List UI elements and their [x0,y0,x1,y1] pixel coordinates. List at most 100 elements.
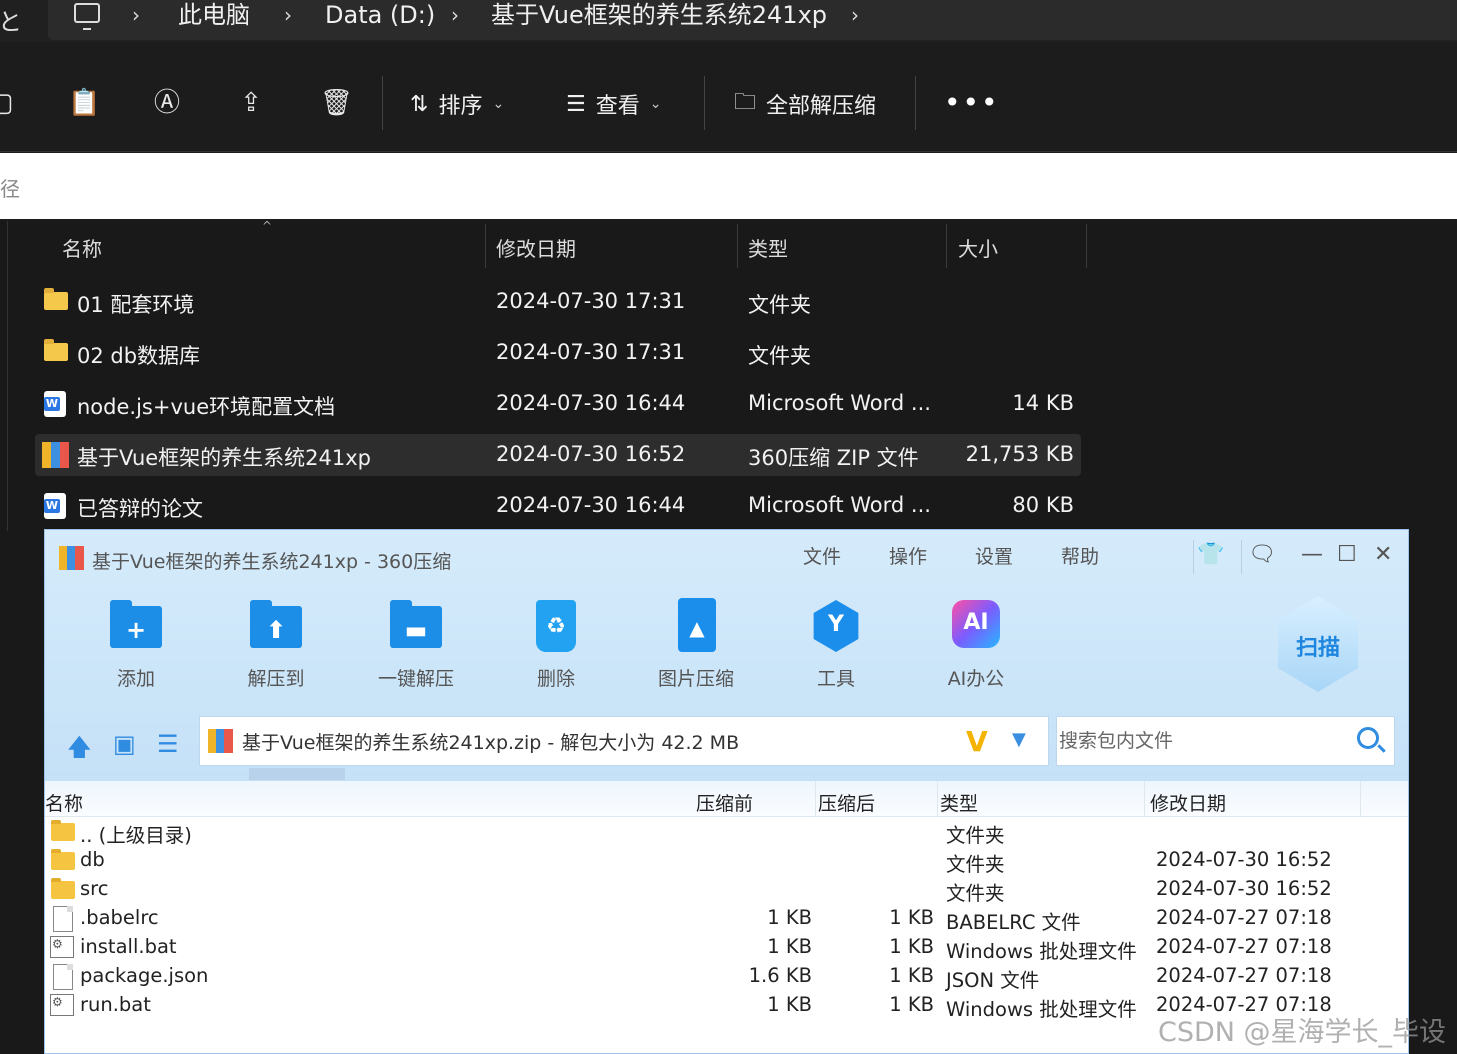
tool-ai-office[interactable]: AI AI办公 [926,598,1026,691]
share-icon[interactable]: ⇪ [236,88,266,118]
breadcrumb-folder[interactable]: 基于Vue框架的养生系统241xp [491,0,827,30]
tool-image-compress[interactable]: ▲ 图片压缩 [646,598,746,691]
file-type: 360压缩 ZIP 文件 [748,446,919,470]
tool-add[interactable]: + 添加 [86,598,186,691]
search-input[interactable] [1059,727,1349,755]
column-divider[interactable] [937,781,938,817]
file-row-selected[interactable]: 基于Vue框架的养生系统241xp 2024-07-30 16:52 360压缩… [35,434,1081,476]
column-header-date[interactable]: 修改日期 [496,233,576,262]
batch-file-icon [50,994,74,1016]
archive-row[interactable]: db 文件夹 2024-07-30 16:52 [45,846,1408,876]
batch-file-icon [50,936,74,958]
archive-path-field[interactable]: 基于Vue框架的养生系统241xp.zip - 解包大小为 42.2 MB V … [199,716,1049,766]
up-level-icon[interactable]: 🡅 [67,730,92,771]
extract-all-button[interactable]: 🗀 全部解压缩 [734,89,876,119]
column-divider[interactable] [485,224,486,268]
close-button[interactable]: ✕ [1374,542,1392,567]
archive-row[interactable]: .. (上级目录) 文件夹 [45,817,1408,847]
minimize-button[interactable]: — [1301,542,1323,567]
entry-date: 2024-07-30 16:52 [1156,877,1332,900]
file-type: Microsoft Word ... [748,493,931,517]
column-header-after[interactable]: 压缩后 [818,789,875,816]
entry-type: 文件夹 [946,882,1005,905]
delete-icon[interactable]: 🗑 [320,88,353,118]
chevron-down-icon[interactable]: ▼ [1012,729,1026,750]
entry-size-before: 1.6 KB [748,964,812,987]
entry-size-before: 1 KB [767,993,812,1016]
column-header-type[interactable]: 类型 [748,233,788,262]
column-header-size[interactable]: 大小 [958,233,998,262]
breadcrumb-drive[interactable]: Data (D:) [325,0,435,30]
file-row[interactable]: node.js+vue环境配置文档 2024-07-30 16:44 Micro… [35,383,1081,425]
entry-size-after: 1 KB [889,906,934,929]
toolbar-divider [382,76,383,130]
archive-row[interactable]: src 文件夹 2024-07-30 16:52 [45,875,1408,905]
chevron-right-icon[interactable]: › [284,0,292,30]
file-icon [53,906,73,932]
file-name: 02 db数据库 [77,344,201,368]
tool-label: 删除 [536,668,575,690]
feedback-icon[interactable]: 🗨 [1248,542,1276,567]
entry-name: .. (上级目录) [80,824,192,847]
menu-help[interactable]: 帮助 [1061,542,1099,569]
entry-type: 文件夹 [946,824,1005,847]
menu-settings[interactable]: 设置 [975,542,1013,569]
column-divider[interactable] [1144,781,1145,817]
file-date: 2024-07-30 16:44 [496,391,686,415]
file-row[interactable]: 已答辩的论文 2024-07-30 16:44 Microsoft Word .… [35,485,1081,527]
column-header-date[interactable]: 修改日期 [1150,789,1226,816]
v-logo-icon[interactable]: V [966,725,988,758]
file-date: 2024-07-30 17:31 [496,340,686,364]
list-view-icon[interactable]: ☰ [157,730,179,758]
chevron-right-icon[interactable]: › [451,0,459,30]
entry-date: 2024-07-27 07:18 [1156,935,1332,958]
sort-button[interactable]: ⇅ 排序 ⌄ [410,89,504,120]
delete-bin-icon: ♻ [528,598,584,654]
this-pc-icon[interactable] [74,3,100,30]
zip-archive-icon [42,442,69,468]
tool-one-click-extract[interactable]: ▬ 一键解压 [366,598,466,691]
view-button[interactable]: ☰ 查看 ⌄ [566,89,661,120]
column-header-name[interactable]: 名称 [45,789,83,816]
maximize-button[interactable]: ☐ [1337,542,1357,567]
paste-icon[interactable]: 📋 [68,88,100,118]
archive-row[interactable]: .babelrc 1 KB 1 KB BABELRC 文件 2024-07-27… [45,904,1408,934]
new-item-icon[interactable]: ▢ [0,88,16,118]
column-divider[interactable] [1086,224,1087,268]
archive-row[interactable]: package.json 1.6 KB 1 KB JSON 文件 2024-07… [45,962,1408,992]
column-header-name[interactable]: 名称 [62,233,102,262]
column-divider[interactable] [737,224,738,268]
tool-extract-to[interactable]: ⬆ 解压到 [226,598,326,691]
sort-ascending-icon: ^ [262,219,273,233]
file-name: node.js+vue环境配置文档 [77,395,336,419]
thumbnail-view-icon[interactable]: ▣ [113,730,136,758]
file-row[interactable]: 01 配套环境 2024-07-30 17:31 文件夹 [35,281,1081,323]
archive-column-header: 名称 压缩前 压缩后 类型 修改日期 [45,781,1408,817]
chevron-right-icon[interactable]: › [132,0,140,30]
tool-tools[interactable]: Y 工具 [786,598,886,691]
column-header-before[interactable]: 压缩前 [696,789,753,816]
path-search-field[interactable]: 径 [0,153,1457,219]
archive-row[interactable]: install.bat 1 KB 1 KB Windows 批处理文件 2024… [45,933,1408,963]
skin-icon[interactable]: 👕 [1197,542,1224,567]
scan-button[interactable]: 扫描 [1278,596,1358,692]
column-divider[interactable] [1360,781,1361,817]
column-header-type[interactable]: 类型 [940,789,978,816]
chevron-right-icon[interactable]: › [851,0,859,30]
menu-operate[interactable]: 操作 [889,542,927,569]
tool-label: 添加 [116,668,155,690]
archive-search-box[interactable] [1056,716,1395,766]
ai-office-icon: AI [948,598,1004,654]
nav-pane-divider[interactable] [7,221,8,531]
breadcrumb-this-pc[interactable]: 此电脑 [178,0,250,30]
search-icon[interactable] [1357,727,1379,749]
column-divider[interactable] [815,781,816,817]
more-options-button[interactable]: ••• [944,86,1000,119]
column-divider[interactable] [946,224,947,268]
file-date: 2024-07-30 16:44 [496,493,686,517]
tool-delete[interactable]: ♻ 删除 [506,598,606,691]
rename-icon[interactable]: Ⓐ [152,88,182,118]
file-row[interactable]: 02 db数据库 2024-07-30 17:31 文件夹 [35,332,1081,374]
menu-file[interactable]: 文件 [803,542,841,569]
entry-type: BABELRC 文件 [946,911,1081,934]
